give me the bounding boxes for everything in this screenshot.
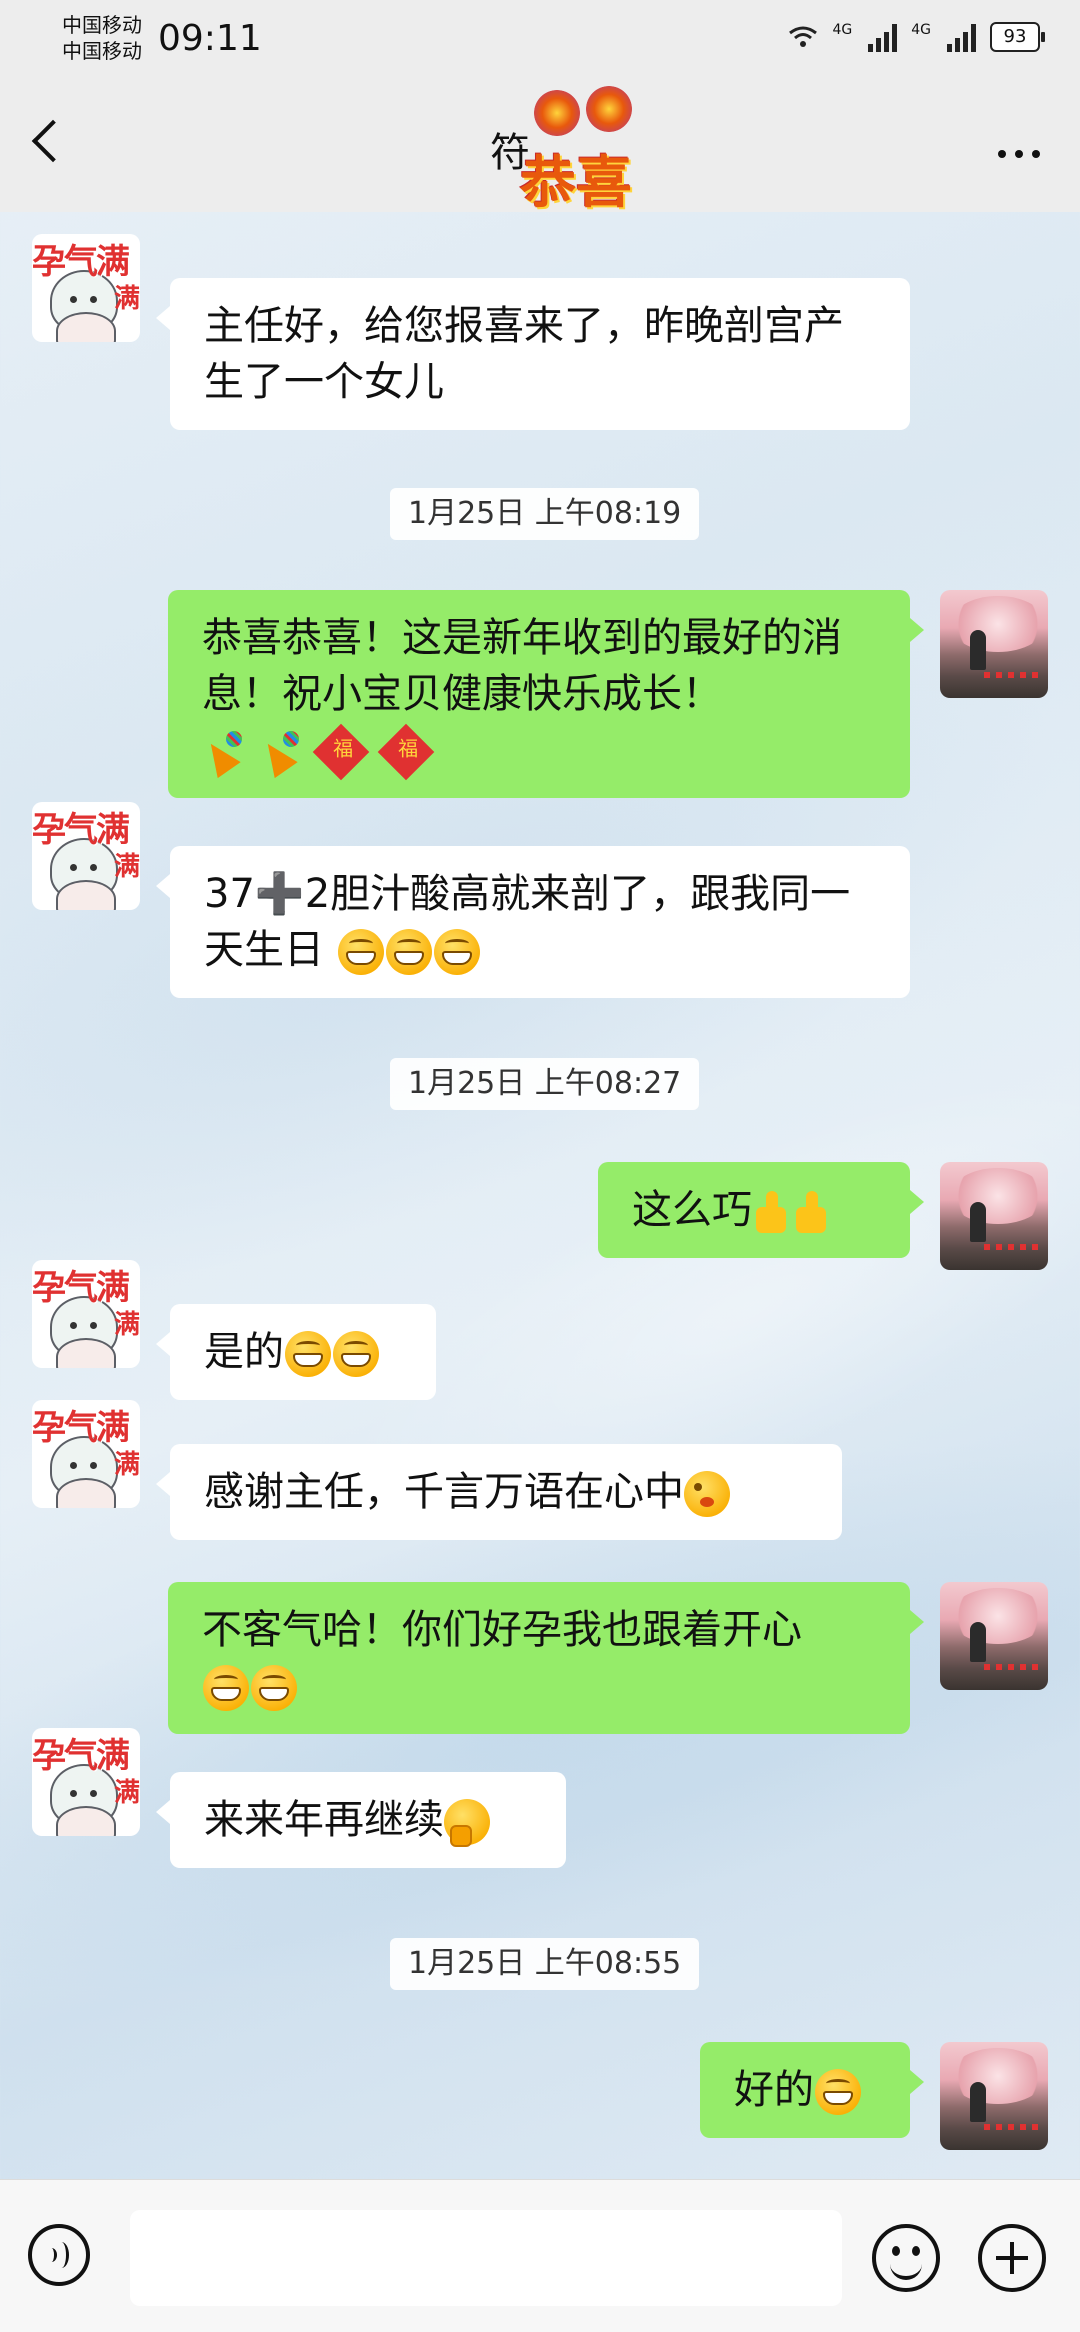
message-text: 不客气哈！你们好孕我也跟着开心 — [202, 1607, 802, 1653]
received-message[interactable]: 感谢主任，千言万语在心中 — [156, 1444, 842, 1540]
grin-emoji-icon — [433, 929, 480, 975]
avatar-badge-text: 孕气满 — [32, 1736, 130, 1776]
sent-message[interactable]: 恭喜恭喜！这是新年收到的最好的消息！祝小宝贝健康快乐成长！ — [168, 590, 924, 798]
fu-diamond-icon — [313, 723, 370, 781]
message-text: 是的 — [204, 1329, 284, 1375]
grin-emoji-icon — [333, 1331, 379, 1377]
wink-emoji-icon — [684, 1471, 730, 1517]
grin-emoji-icon — [285, 1331, 331, 1377]
message-text: 感谢主任，千言万语在心中 — [204, 1469, 684, 1515]
more-options-icon[interactable] — [998, 150, 1040, 158]
contact-avatar[interactable]: 孕气满 满 — [32, 234, 140, 342]
grin-emoji-icon — [815, 2069, 861, 2115]
input-bar — [0, 2179, 1080, 2332]
party-popper-icon — [259, 729, 303, 775]
avatar-badge-text-2: 满 — [113, 1310, 140, 1340]
grin-emoji-icon — [203, 1665, 249, 1711]
carrier-labels: 中国移动 中国移动 — [62, 12, 142, 64]
avatar-badge-text: 孕气满 — [32, 810, 130, 850]
my-avatar[interactable] — [940, 1162, 1048, 1270]
message-text: 好的 — [734, 2067, 814, 2113]
contact-avatar[interactable]: 孕气满 满 — [32, 1260, 140, 1368]
received-message[interactable]: 来来年再继续 — [156, 1772, 566, 1868]
my-avatar[interactable] — [940, 1582, 1048, 1690]
sent-message[interactable]: 不客气哈！你们好孕我也跟着开心 — [168, 1582, 924, 1734]
carrier-1: 中国移动 — [62, 13, 142, 37]
thumbs-up-icon — [792, 1189, 832, 1235]
message-timestamp: 1月25日 上午08:27 — [390, 1058, 700, 1110]
signal-icon-2 — [947, 22, 976, 52]
emoji-smiley-icon[interactable] — [872, 2224, 940, 2292]
avatar-badge-text: 孕气满 — [32, 1408, 130, 1448]
status-time: 09:11 — [158, 18, 262, 59]
avatar-badge-text-2: 满 — [113, 852, 140, 882]
received-message[interactable]: 是的 — [156, 1304, 436, 1400]
celebrate-sticker-text: 恭喜 — [520, 150, 632, 216]
message-text: 来来年再继续 — [204, 1797, 444, 1843]
message-timestamp: 1月25日 上午08:55 — [390, 1938, 700, 1990]
fu-diamond-icon — [377, 723, 435, 781]
status-icons: 4G 4G 93 — [788, 22, 1045, 52]
message-text: 恭喜恭喜！这是新年收到的最好的消息！祝小宝贝健康快乐成长！ — [202, 615, 842, 717]
voice-input-icon[interactable] — [28, 2224, 90, 2286]
received-message[interactable]: 37➕2胆汁酸高就来剖了，跟我同一天生日 — [156, 846, 910, 998]
carrier-2: 中国移动 — [62, 39, 142, 63]
message-text: 这么巧 — [632, 1187, 752, 1233]
contact-avatar[interactable]: 孕气满 满 — [32, 1400, 140, 1508]
battery-icon: 93 — [990, 22, 1045, 52]
sent-message[interactable]: 好的 — [700, 2042, 924, 2138]
grin-emoji-icon — [251, 1665, 297, 1711]
contact-avatar[interactable]: 孕气满 满 — [32, 1728, 140, 1836]
add-more-icon[interactable] — [978, 2224, 1046, 2292]
status-bar: 中国移动 中国移动 09:11 4G 4G 93 — [0, 0, 1080, 80]
wifi-icon — [788, 25, 818, 49]
my-avatar[interactable] — [940, 2042, 1048, 2150]
network-type-1: 4G — [832, 22, 853, 38]
avatar-badge-text: 孕气满 — [32, 242, 130, 282]
avatar-badge-text-2: 满 — [113, 1778, 140, 1808]
my-avatar[interactable] — [940, 590, 1048, 698]
chat-header: 符 恭喜 — [0, 80, 1080, 216]
contact-avatar[interactable]: 孕气满 满 — [32, 802, 140, 910]
party-popper-icon — [202, 729, 246, 775]
avatar-badge-text-2: 满 — [113, 1450, 140, 1480]
grin-emoji-icon — [385, 929, 432, 975]
received-message[interactable]: 主任好，给您报喜来了，昨晚剖宫产生了一个女儿 — [156, 278, 910, 430]
thinking-emoji-icon — [444, 1799, 490, 1847]
thumbs-up-icon — [752, 1189, 792, 1235]
sent-message[interactable]: 这么巧 — [598, 1162, 924, 1258]
message-text-a: 37 — [204, 871, 255, 917]
message-timestamp: 1月25日 上午08:19 — [390, 488, 700, 540]
fireworks-sticker-icon — [530, 86, 650, 146]
grin-emoji-icon — [337, 929, 384, 975]
heavy-plus-icon: ➕ — [254, 871, 305, 917]
avatar-badge-text-2: 满 — [113, 284, 140, 314]
back-arrow-icon[interactable] — [31, 119, 75, 163]
message-input[interactable] — [130, 2210, 842, 2306]
signal-icon-1 — [868, 22, 898, 52]
message-list[interactable]: 孕气满 满 主任好，给您报喜来了，昨晚剖宫产生了一个女儿 1月25日 上午08:… — [0, 212, 1080, 2179]
message-text: 主任好，给您报喜来了，昨晚剖宫产生了一个女儿 — [204, 303, 844, 405]
network-type-2: 4G — [911, 22, 931, 38]
avatar-badge-text: 孕气满 — [32, 1268, 130, 1308]
